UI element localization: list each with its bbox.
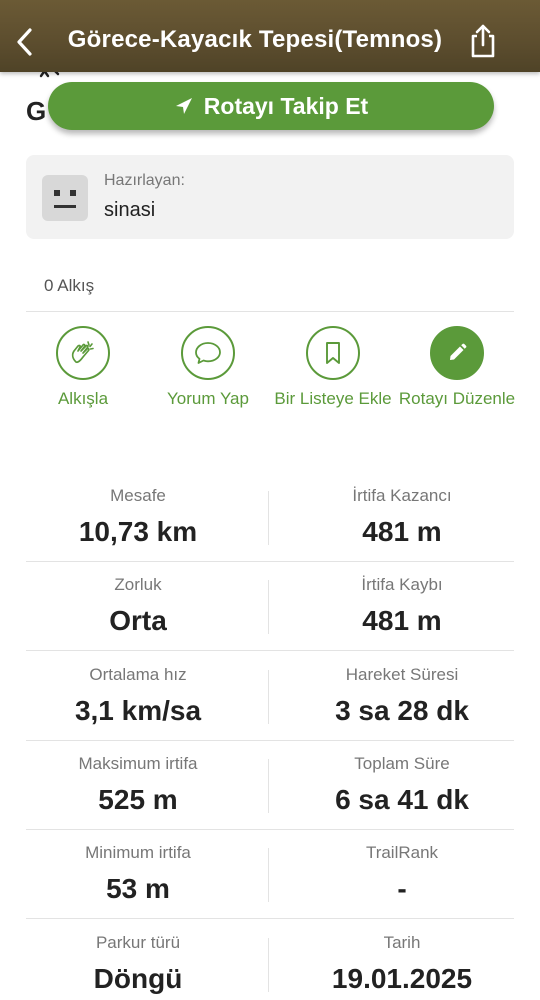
clap-button[interactable]: Alkışla: [21, 326, 145, 409]
stat-label: İrtifa Kazancı: [352, 486, 452, 505]
stat-value: 19.01.2025: [331, 963, 473, 994]
clap-count[interactable]: 0 Alkış: [44, 276, 94, 296]
stat-max-elevation: Maksimum irtifa 525 m: [3, 754, 273, 816]
stat-label: Zorluk: [114, 575, 162, 594]
avatar: [42, 175, 88, 221]
stat-trail-type: Parkur türü Döngü: [3, 933, 273, 995]
top-navigation-bar: Görece-Kayacık Tepesi(Temnos): [0, 0, 540, 72]
divider: [26, 829, 514, 830]
clap-label: Alkışla: [57, 389, 109, 408]
comment-label: Yorum Yap: [167, 389, 249, 408]
stat-value: 6 sa 41 dk: [335, 784, 469, 815]
stat-total-time: Toplam Süre 6 sa 41 dk: [267, 754, 537, 816]
stat-value: 525 m: [98, 784, 178, 815]
stat-value: 481 m: [362, 605, 442, 636]
stat-label: Tarih: [383, 933, 421, 952]
stat-label: Parkur türü: [95, 933, 181, 952]
stat-value: 481 m: [362, 516, 442, 547]
stat-moving-time: Hareket Süresi 3 sa 28 dk: [267, 665, 537, 727]
stat-label: Maksimum irtifa: [78, 754, 198, 773]
share-icon: [471, 24, 495, 58]
stat-distance: Mesafe 10,73 km: [3, 486, 273, 548]
stat-label: Toplam Süre: [354, 754, 450, 773]
stat-label: Mesafe: [110, 486, 166, 505]
comment-icon: [195, 342, 221, 364]
pencil-icon: [450, 343, 467, 360]
add-to-list-button[interactable]: Bir Listeye Ekle: [271, 326, 395, 409]
back-button[interactable]: [10, 24, 40, 60]
divider: [26, 311, 514, 312]
author-name: sinasi: [104, 199, 156, 221]
stat-elevation-gain: İrtifa Kazancı 481 m: [267, 486, 537, 548]
stat-value: Döngü: [93, 963, 183, 994]
chevron-left-icon: [17, 28, 32, 56]
stat-difficulty: Zorluk Orta: [3, 575, 273, 637]
stat-min-elevation: Minimum irtifa 53 m: [3, 843, 273, 905]
share-button[interactable]: [466, 22, 500, 60]
divider: [26, 918, 514, 919]
divider: [26, 650, 514, 651]
divider: [26, 561, 514, 562]
bookmark-icon: [326, 342, 340, 364]
comment-button[interactable]: Yorum Yap: [146, 326, 270, 409]
stat-label: Hareket Süresi: [345, 665, 459, 684]
stat-value: Orta: [109, 605, 167, 636]
follow-route-label: Rotayı Takip Et: [203, 92, 369, 119]
follow-route-button[interactable]: Rotayı Takip Et: [48, 82, 494, 130]
navigation-arrow-icon: [175, 98, 192, 114]
stat-label: İrtifa Kaybı: [361, 575, 443, 594]
author-card[interactable]: Hazırlayan: sinasi: [26, 155, 514, 239]
clap-icon: [71, 341, 94, 364]
stat-value: 3 sa 28 dk: [335, 695, 469, 726]
stat-label: TrailRank: [365, 843, 439, 862]
stat-trailrank: TrailRank -: [267, 843, 537, 905]
page-title: Görece-Kayacık Tepesi(Temnos): [67, 26, 443, 53]
stat-value: -: [397, 873, 407, 904]
author-label: Hazırlayan:: [104, 172, 185, 189]
edit-route-button[interactable]: Rotayı Düzenle: [395, 326, 519, 409]
edit-route-label: Rotayı Düzenle: [398, 389, 516, 408]
route-title-partial: G: [26, 96, 47, 126]
stat-value: 10,73 km: [78, 516, 198, 547]
stat-label: Ortalama hız: [89, 665, 187, 684]
divider: [26, 740, 514, 741]
stat-value: 53 m: [106, 873, 170, 904]
stat-average-speed: Ortalama hız 3,1 km/sa: [3, 665, 273, 727]
stat-date: Tarih 19.01.2025: [267, 933, 537, 995]
stat-label: Minimum irtifa: [85, 843, 191, 862]
add-to-list-label: Bir Listeye Ekle: [274, 389, 392, 408]
stat-value: 3,1 km/sa: [74, 695, 202, 726]
stat-elevation-loss: İrtifa Kaybı 481 m: [267, 575, 537, 637]
